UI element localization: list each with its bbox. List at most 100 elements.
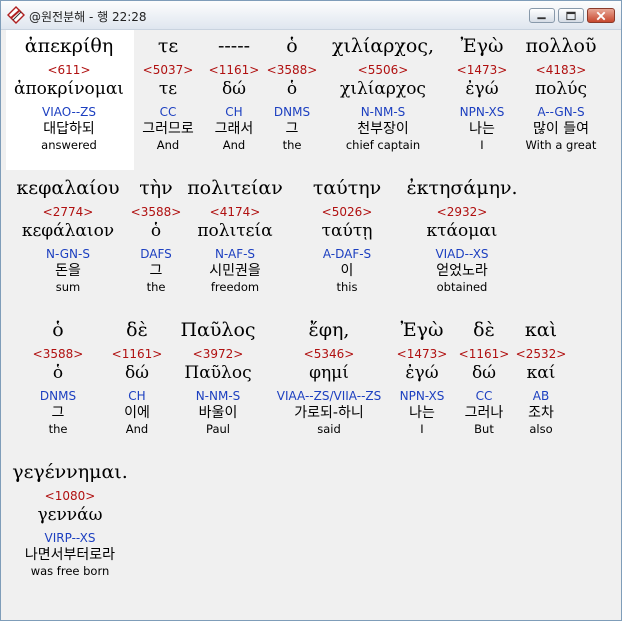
lemma-word: ἐγώ [405, 363, 439, 383]
strong-number: <1161> [111, 347, 163, 361]
lemma-word: ταύτῃ [321, 221, 373, 241]
morphology-code: VIAD--XS [435, 247, 489, 261]
word-cell[interactable]: τὴν <3588> ὁ DAFS 그 the [131, 176, 182, 294]
word-cell[interactable]: ἐκτησάμην. <2932> κτάομαι VIAD--XS 얻었노라 obtai… [406, 176, 517, 294]
maximize-button[interactable] [558, 8, 584, 23]
korean-gloss: 나면서부터로라 [24, 547, 116, 563]
morphology-code: VIAA--ZS/VIIA--ZS [276, 389, 382, 403]
word-cell[interactable]: πολιτείαν <4174> πολιτεία N-AF-S 시민권을 freedom [187, 176, 283, 294]
word-cell[interactable]: ὁ <3588> ὁ DNMS 그 the [33, 318, 84, 436]
korean-gloss: 천부장이 [357, 121, 409, 137]
english-gloss: said [317, 422, 341, 436]
greek-word: πολλοῦ [525, 35, 597, 57]
strong-number: <2774> [42, 205, 94, 219]
strong-number: <5026> [321, 205, 373, 219]
strong-number: <1080> [44, 489, 96, 503]
english-gloss: obtained [436, 280, 488, 294]
lemma-word: φημί [309, 363, 349, 383]
morphology-code: DNMS [39, 389, 77, 403]
word-cell[interactable]: ὁ <3588> ὁ DNMS 그 the [267, 34, 318, 152]
word-cell[interactable]: γεγέννημαι. <1080> γεννάω VIRP--XS 나면서부터로라 wa… [12, 460, 128, 578]
morphology-code: DNMS [273, 105, 311, 119]
strong-number: <1161> [458, 347, 510, 361]
strong-number: <5506> [357, 63, 409, 77]
korean-gloss: 시민권을 [209, 263, 261, 279]
strong-number: <3588> [130, 205, 182, 219]
strong-number: <4183> [535, 63, 587, 77]
lemma-word: ἐγώ [465, 79, 499, 99]
word-cell[interactable]: ἀπεκρίθη <611> ἀποκρίνομαι VIAO--ZS 대답하되 answ… [14, 34, 124, 152]
lemma-word: ἀποκρίνομαι [14, 79, 124, 99]
interlinear-panel: ἀπεκρίθη <611> ἀποκρίνομαι VIAO--ZS 대답하되 answ… [6, 30, 616, 616]
strong-number: <1473> [396, 347, 448, 361]
word-cell[interactable]: ἔφη, <5346> φημί VIAA--ZS/VIIA--ZS 가로되-하니 sai… [277, 318, 382, 436]
greek-word: ὁ [286, 35, 298, 57]
lemma-word: ὁ [52, 363, 64, 383]
lemma-word: τε [158, 79, 178, 99]
english-gloss: And [156, 138, 180, 152]
lemma-word: πολιτεία [197, 221, 273, 241]
word-cell[interactable]: ταύτην <5026> ταύτῃ A-DAF-S 이 this [313, 176, 381, 294]
morphology-code: N-NM-S [360, 105, 406, 119]
greek-word: δὲ [126, 319, 148, 341]
english-gloss: With a great [525, 138, 597, 152]
english-gloss: freedom [210, 280, 260, 294]
greek-word: ἀπεκρίθη [24, 35, 114, 57]
morphology-code: VIAO--ZS [41, 105, 97, 119]
korean-gloss: 그 [51, 405, 65, 421]
word-cell[interactable]: καὶ <2532> καί AB 조차 also [516, 318, 567, 436]
lemma-word: Παῦλος [184, 363, 252, 383]
morphology-code: N-NM-S [195, 389, 241, 403]
lemma-word: γεννάω [37, 505, 103, 525]
korean-gloss: 이에 [124, 405, 150, 421]
word-cell[interactable]: χιλίαρχος, <5506> χιλίαρχος N-NM-S 천부장이 chief… [332, 34, 434, 152]
word-cell[interactable]: κεφαλαίου <2774> κεφάλαιον N-GN-S 돈을 sum [16, 176, 119, 294]
lemma-word: καί [526, 363, 556, 383]
word-cell[interactable]: Ἐγὼ <1473> ἐγώ NPN-XS 나는 I [397, 318, 448, 436]
lemma-word: δώ [471, 363, 497, 383]
word-cell[interactable]: δὲ <1161> δώ CH 이에 And [112, 318, 163, 436]
word-cell[interactable]: Παῦλος <3972> Παῦλος N-NM-S 바울이 Paul [180, 318, 255, 436]
greek-word: κεφαλαίου [16, 177, 120, 199]
morphology-code: NPN-XS [459, 105, 505, 119]
korean-gloss: 나는 [409, 405, 435, 421]
strong-number: <2532> [515, 347, 567, 361]
strong-number: <4174> [209, 205, 261, 219]
lemma-word: πολύς [534, 79, 588, 99]
word-cell[interactable]: ----- <1161> δώ CH 그래서 And [209, 34, 260, 152]
morphology-code: N-GN-S [46, 247, 90, 261]
english-gloss: And [222, 138, 246, 152]
close-button[interactable] [587, 8, 615, 23]
korean-gloss: 그래서 [214, 121, 254, 137]
strong-number: <611> [47, 63, 91, 77]
korean-gloss: 나는 [469, 121, 495, 137]
korean-gloss: 그 [285, 121, 299, 137]
korean-gloss: 많이 들여 [533, 121, 589, 137]
english-gloss: sum [55, 280, 81, 294]
word-cell[interactable]: Ἐγὼ <1473> ἐγώ NPN-XS 나는 I [457, 34, 508, 152]
english-gloss: also [529, 422, 553, 436]
korean-gloss: 이 [340, 263, 354, 279]
lemma-word: δώ [124, 363, 150, 383]
english-gloss: the [282, 138, 302, 152]
word-cell[interactable]: τε <5037> τε CC 그러므로 And [142, 34, 194, 152]
greek-word: ταύτην [312, 177, 382, 199]
greek-word: ἔφη, [308, 319, 350, 341]
morphology-code: A-DAF-S [322, 247, 372, 261]
greek-word: γεγέννημαι. [12, 461, 128, 483]
strong-number: <2932> [436, 205, 488, 219]
greek-word: Ἐγὼ [400, 319, 444, 341]
word-cell[interactable]: δὲ <1161> δώ CC 그러나 But [459, 318, 510, 436]
app-logo-icon [7, 6, 25, 24]
greek-word: τὴν [139, 177, 173, 199]
english-gloss: this [336, 280, 358, 294]
title-bar[interactable]: @원전분해 - 행 22:28 [1, 1, 621, 30]
app-window: @원전분해 - 행 22:28 ἀπεκρίθη <611> ἀποκρίνομαι… [0, 0, 622, 621]
korean-gloss: 그 [149, 263, 163, 279]
strong-number: <5346> [303, 347, 355, 361]
korean-gloss: 조차 [528, 405, 554, 421]
word-cell[interactable]: πολλοῦ <4183> πολύς A--GN-S 많이 들여 With a grea… [526, 34, 597, 152]
minimize-button[interactable] [529, 8, 555, 23]
english-gloss: the [146, 280, 166, 294]
english-gloss: was free born [30, 564, 110, 578]
